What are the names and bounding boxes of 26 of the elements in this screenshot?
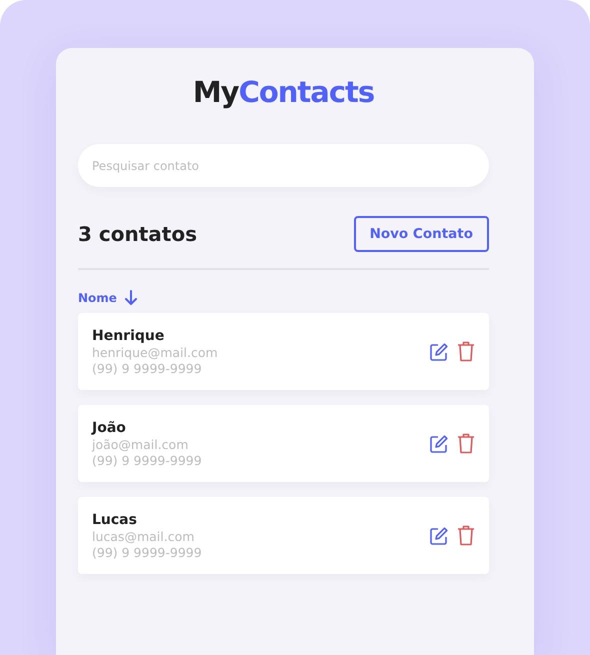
- delete-button[interactable]: [457, 341, 475, 362]
- edit-button[interactable]: [429, 342, 449, 362]
- contact-name: João: [92, 418, 127, 436]
- edit-icon: [429, 526, 449, 546]
- contact-phone: (99) 9 9999-9999: [92, 360, 203, 376]
- contact-name: Henrique: [92, 326, 166, 344]
- contact-phone: (99) 9 9999-9999: [92, 452, 203, 468]
- contact-name: Lucas: [92, 510, 138, 528]
- edit-button[interactable]: [429, 434, 449, 454]
- trash-icon: [457, 525, 475, 546]
- edit-icon: [429, 434, 449, 454]
- sort-button[interactable]: Nome: [78, 290, 137, 305]
- logo: MyContacts: [192, 74, 374, 110]
- search-field[interactable]: Pesquisar contato: [78, 144, 489, 187]
- contact-email: lucas@mail.com: [92, 528, 196, 544]
- contact-email: henrique@mail.com: [92, 344, 219, 360]
- contact-email: joão@mail.com: [92, 436, 190, 452]
- trash-icon: [457, 433, 475, 454]
- contact-count: 3 contatos: [78, 222, 197, 246]
- delete-button[interactable]: [457, 525, 475, 546]
- contact-phone: (99) 9 9999-9999: [92, 544, 203, 560]
- new-contact-button[interactable]: Novo Contato: [354, 216, 489, 252]
- edit-icon: [429, 342, 449, 362]
- edit-button[interactable]: [429, 526, 449, 546]
- trash-icon: [457, 341, 475, 362]
- delete-button[interactable]: [457, 433, 475, 454]
